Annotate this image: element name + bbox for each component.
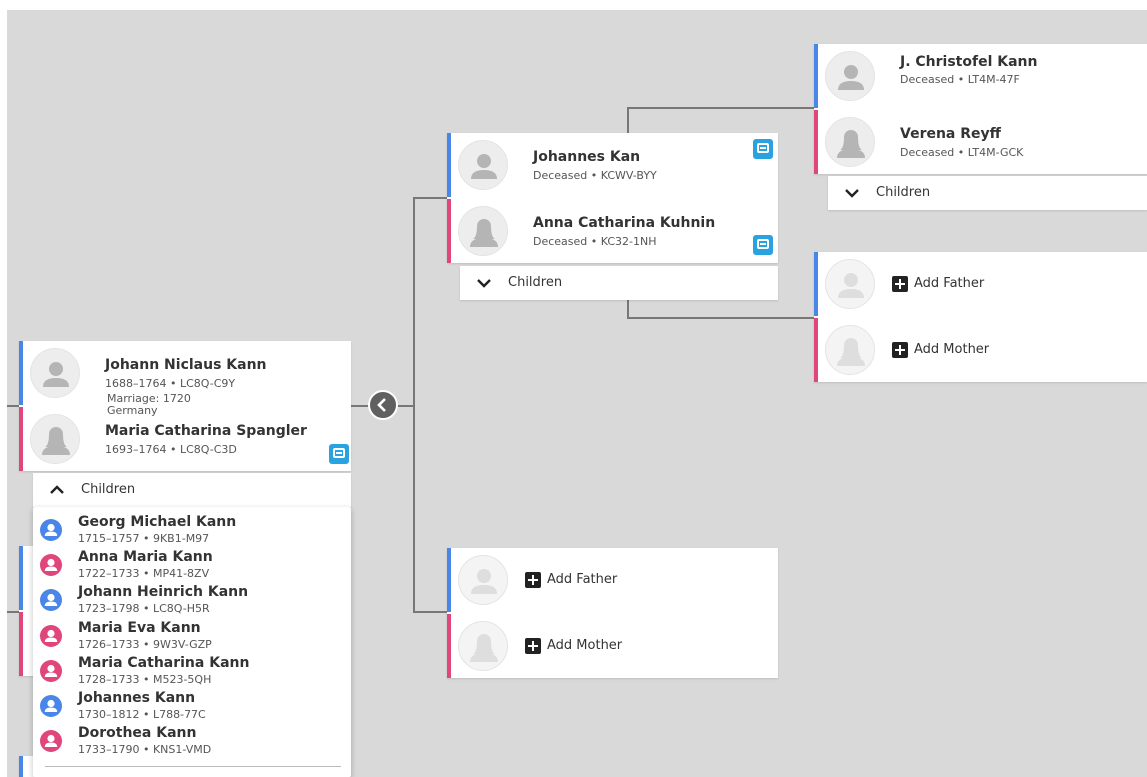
add-mother-slot[interactable]: Add Mother	[814, 318, 1147, 382]
child-lifespan-id: 1728–1733 • M523-5QH	[78, 673, 212, 686]
person-father[interactable]: Johannes Kan Deceased • KCWV-BYY	[447, 133, 778, 197]
plus-icon	[525, 572, 541, 588]
male-silhouette-icon	[458, 555, 508, 605]
male-silhouette-icon	[458, 140, 508, 190]
chevron-left-icon	[377, 398, 386, 412]
person-lifespan-id: Deceased • KCWV-BYY	[533, 169, 657, 182]
female-silhouette-icon	[458, 206, 508, 256]
person-name: Johann Niclaus Kann	[105, 357, 267, 373]
list-item[interactable]: Dorothea Kann 1733–1790 • KNS1-VMD	[33, 724, 351, 759]
list-item[interactable]: Johann Heinrich Kann 1723–1798 • LC8Q-H5…	[33, 583, 351, 618]
female-silhouette-icon	[458, 621, 508, 671]
child-name: Maria Catharina Kann	[78, 655, 250, 671]
add-father-slot[interactable]: Add Father	[447, 548, 778, 612]
female-silhouette-icon	[30, 414, 80, 464]
female-silhouette-icon	[825, 325, 875, 375]
male-person-icon	[40, 519, 62, 541]
list-item[interactable]: Anna Maria Kann 1722–1733 • MP41-8ZV	[33, 548, 351, 583]
female-person-icon	[40, 660, 62, 682]
chevron-down-icon	[477, 279, 491, 288]
male-silhouette-icon	[825, 51, 875, 101]
person-mother[interactable]: Anna Catharina Kuhnin Deceased • KC32-1N…	[447, 199, 778, 263]
record-hints-icon[interactable]	[329, 444, 349, 464]
person-name: Verena Reyff	[900, 126, 1001, 142]
list-item[interactable]: Georg Michael Kann 1715–1757 • 9KB1-M97	[33, 513, 351, 548]
add-father-slot[interactable]: Add Father	[814, 252, 1147, 316]
list-item[interactable]: Johannes Kann 1730–1812 • L788-77C	[33, 689, 351, 724]
person-lifespan-id: Deceased • LT4M-GCK	[900, 146, 1024, 159]
connector	[627, 107, 815, 109]
plus-icon	[525, 638, 541, 654]
plus-icon	[892, 276, 908, 292]
tree-canvas[interactable]: Johann Niclaus Kann 1688–1764 • LC8Q-C9Y…	[7, 10, 1147, 777]
child-name: Maria Eva Kann	[78, 620, 201, 636]
children-toggle[interactable]: Children	[828, 176, 1147, 210]
children-toggle[interactable]: Children	[33, 473, 351, 507]
person-name: Anna Catharina Kuhnin	[533, 215, 716, 231]
child-lifespan-id: 1722–1733 • MP41-8ZV	[78, 567, 210, 580]
female-person-icon	[40, 730, 62, 752]
person-lifespan-id: Deceased • KC32-1NH	[533, 235, 657, 248]
maternal-parents-card: Add Father Add Mother	[447, 548, 778, 678]
add-mother-slot[interactable]: Add Mother	[447, 614, 778, 678]
female-person-icon	[40, 554, 62, 576]
child-lifespan-id: 1715–1757 • 9KB1-M97	[78, 532, 210, 545]
chevron-down-icon	[845, 189, 859, 198]
child-name: Johannes Kann	[78, 690, 196, 706]
list-item[interactable]: Maria Catharina Kann 1728–1733 • M523-5Q…	[33, 654, 351, 689]
record-hints-icon[interactable]	[753, 139, 773, 159]
person-lifespan-id: 1688–1764 • LC8Q-C9Y	[105, 377, 236, 390]
connector	[627, 107, 629, 133]
expand-left-button[interactable]	[368, 390, 398, 420]
male-person-icon	[40, 589, 62, 611]
person-name: Maria Catharina Spangler	[105, 423, 307, 439]
children-label: Children	[508, 275, 563, 290]
plus-icon	[892, 342, 908, 358]
children-list: Georg Michael Kann 1715–1757 • 9KB1-M97 …	[33, 507, 351, 777]
connector	[7, 405, 19, 407]
child-lifespan-id: 1730–1812 • L788-77C	[78, 708, 206, 721]
child-lifespan-id: 1726–1733 • 9W3V-GZP	[78, 638, 212, 651]
chevron-up-icon	[50, 485, 64, 494]
child-name: Dorothea Kann	[78, 725, 197, 741]
children-label: Children	[876, 185, 931, 200]
connector	[627, 317, 815, 319]
add-mother-label: Add Mother	[547, 638, 623, 653]
person-grandmother[interactable]: Verena Reyff Deceased • LT4M-GCK	[814, 110, 1147, 174]
female-person-icon	[40, 625, 62, 647]
list-item[interactable]: Maria Eva Kann 1726–1733 • 9W3V-GZP	[33, 619, 351, 654]
child-name: Georg Michael Kann	[78, 514, 237, 530]
male-person-icon	[40, 695, 62, 717]
child-name: Johann Heinrich Kann	[78, 584, 249, 600]
focus-couple-card: Johann Niclaus Kann 1688–1764 • LC8Q-C9Y…	[19, 341, 351, 471]
child-name: Anna Maria Kann	[78, 549, 213, 565]
paternal-parents-card: Johannes Kan Deceased • KCWV-BYY Anna Ca…	[447, 133, 778, 263]
child-lifespan-id: 1723–1798 • LC8Q-H5R	[78, 602, 210, 615]
list-divider	[45, 766, 341, 767]
paternal-grandparents-card: J. Christofel Kann Deceased • LT4M-47F V…	[814, 44, 1147, 174]
person-name: J. Christofel Kann	[900, 54, 1038, 70]
record-hints-icon[interactable]	[753, 235, 773, 255]
female-silhouette-icon	[825, 117, 875, 167]
person-wife[interactable]: Maria Catharina Spangler 1693–1764 • LC8…	[19, 407, 351, 471]
children-label: Children	[81, 482, 136, 497]
connector	[413, 611, 447, 613]
paternal-maternal-grandparents-card: Add Father Add Mother	[814, 252, 1147, 382]
male-silhouette-icon	[30, 348, 80, 398]
add-father-label: Add Father	[914, 276, 985, 291]
children-toggle[interactable]: Children	[460, 266, 778, 300]
male-silhouette-icon	[825, 259, 875, 309]
connector	[413, 197, 415, 613]
person-name: Johannes Kan	[533, 149, 641, 165]
connector	[7, 611, 19, 613]
person-grandfather[interactable]: J. Christofel Kann Deceased • LT4M-47F	[814, 44, 1147, 108]
add-mother-label: Add Mother	[914, 342, 990, 357]
connector	[413, 197, 447, 199]
add-father-label: Add Father	[547, 572, 618, 587]
person-lifespan-id: Deceased • LT4M-47F	[900, 73, 1020, 86]
person-lifespan-id: 1693–1764 • LC8Q-C3D	[105, 443, 237, 456]
child-lifespan-id: 1733–1790 • KNS1-VMD	[78, 743, 212, 756]
